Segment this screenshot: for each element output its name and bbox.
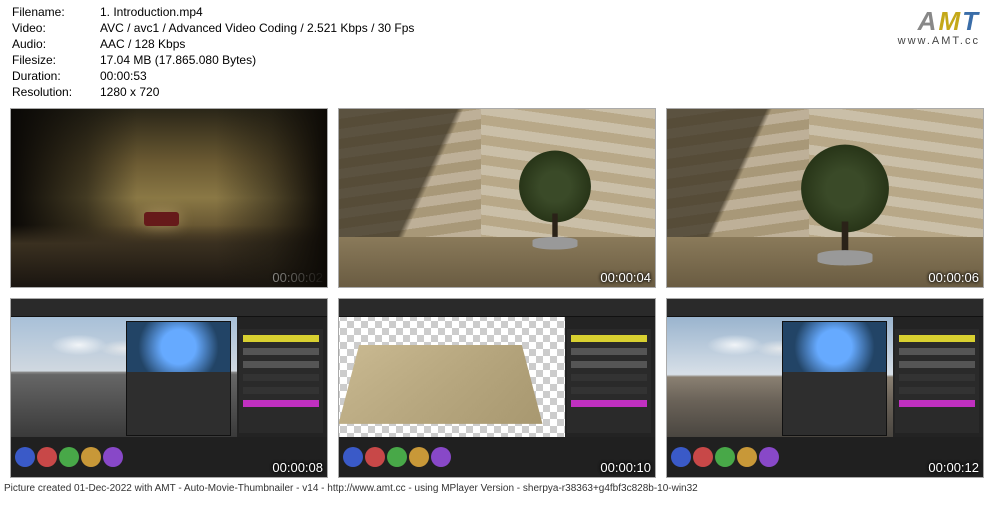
- metadata-block: Filename:1. Introduction.mp4 Video:AVC /…: [12, 4, 414, 100]
- editor-panel-float: [126, 321, 231, 436]
- label-duration: Duration:: [12, 68, 100, 84]
- value-audio: AAC / 128 Kbps: [100, 36, 185, 52]
- value-duration: 00:00:53: [100, 68, 147, 84]
- timestamp: 00:00:12: [928, 460, 979, 475]
- timestamp: 00:00:04: [600, 270, 651, 285]
- thumbnail-2: 00:00:04: [338, 108, 656, 288]
- editor-properties: [895, 329, 979, 433]
- timestamp: 00:00:10: [600, 460, 651, 475]
- editor-toolbar: [339, 299, 655, 317]
- value-filesize: 17.04 MB (17.865.080 Bytes): [100, 52, 256, 68]
- footer-text: Picture created 01-Dec-2022 with AMT - A…: [0, 482, 988, 494]
- editor-toolbar: [667, 299, 983, 317]
- editor-viewport: [339, 317, 565, 437]
- editor-toolbar: [11, 299, 327, 317]
- label-audio: Audio:: [12, 36, 100, 52]
- thumbnail-6: 00:00:12: [666, 298, 984, 478]
- timestamp: 00:00:08: [272, 460, 323, 475]
- scene-car: [144, 212, 179, 226]
- value-video: AVC / avc1 / Advanced Video Coding / 2.5…: [100, 20, 414, 36]
- header: Filename:1. Introduction.mp4 Video:AVC /…: [0, 0, 988, 102]
- thumbnail-grid: 00:00:02 00:00:04 00:00:06 00:00:08 00:0…: [0, 102, 988, 482]
- timestamp: 00:00:02: [272, 270, 323, 285]
- label-video: Video:: [12, 20, 100, 36]
- scene-tree: [795, 145, 894, 266]
- value-filename: 1. Introduction.mp4: [100, 4, 203, 20]
- editor-properties: [567, 329, 651, 433]
- logo-text: AMT: [898, 6, 980, 37]
- value-resolution: 1280 x 720: [100, 84, 159, 100]
- thumbnail-3: 00:00:06: [666, 108, 984, 288]
- scene-ground: [11, 225, 327, 287]
- thumbnail-1: 00:00:02: [10, 108, 328, 288]
- scene-tree: [514, 150, 595, 249]
- label-resolution: Resolution:: [12, 84, 100, 100]
- logo: AMT www.AMT.cc: [898, 4, 980, 100]
- thumbnail-4: 00:00:08: [10, 298, 328, 478]
- label-filename: Filename:: [12, 4, 100, 20]
- scene-material: [339, 345, 543, 424]
- thumbnail-5: 00:00:10: [338, 298, 656, 478]
- label-filesize: Filesize:: [12, 52, 100, 68]
- timestamp: 00:00:06: [928, 270, 979, 285]
- editor-properties: [239, 329, 323, 433]
- editor-panel-float: [782, 321, 887, 436]
- logo-url: www.AMT.cc: [898, 35, 980, 47]
